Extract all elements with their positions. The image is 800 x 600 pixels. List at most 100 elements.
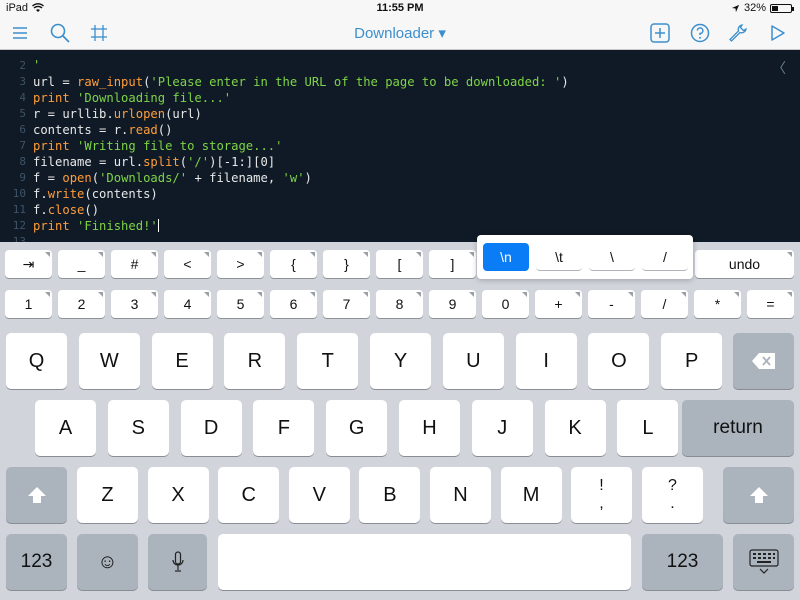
code-token: print (33, 139, 70, 153)
number-symbol-key[interactable]: + (535, 290, 582, 318)
key-d[interactable]: D (180, 400, 242, 456)
punctuation-key-question[interactable]: ?. (642, 467, 703, 523)
number-symbol-key[interactable]: 6 (270, 290, 317, 318)
undo-button[interactable]: undo (695, 250, 794, 278)
code-text: print 'Finished!' (33, 218, 159, 234)
tab-key[interactable]: ⇥ (5, 250, 52, 278)
key-v[interactable]: V (288, 467, 350, 523)
code-editor[interactable]: ' 〈 2 3 url = raw_input('Please enter in t… (0, 50, 800, 242)
escape-option-key[interactable]: / (642, 243, 688, 271)
key-j[interactable]: J (471, 400, 533, 456)
shift-icon (27, 487, 46, 503)
text-caret (157, 219, 159, 232)
line-number: 10 (12, 187, 26, 200)
key-w[interactable]: W (78, 333, 140, 389)
toolbar: Downloader ▾ (0, 17, 800, 50)
key-g[interactable]: G (326, 400, 388, 456)
key-q[interactable]: Q (6, 333, 67, 389)
key-k[interactable]: K (544, 400, 606, 456)
code-text: f.close() (33, 202, 99, 218)
key-c[interactable]: C (218, 467, 280, 523)
code-token: '/' (187, 155, 210, 169)
number-symbol-key[interactable]: 3 (111, 290, 158, 318)
code-text: r = urllib.urlopen(url) (33, 106, 202, 122)
symbol-key[interactable]: > (217, 250, 264, 278)
number-symbol-key[interactable]: - (588, 290, 635, 318)
symbol-key[interactable]: [ (376, 250, 423, 278)
microphone-icon (171, 551, 184, 572)
shift-key-left[interactable] (6, 467, 67, 523)
space-key[interactable] (218, 534, 631, 590)
key-b[interactable]: B (359, 467, 421, 523)
code-token: open (62, 171, 92, 185)
key-r[interactable]: R (224, 333, 286, 389)
number-symbol-key[interactable]: 7 (323, 290, 370, 318)
punctuation-key-exclaim[interactable]: !, (571, 467, 632, 523)
key-u[interactable]: U (442, 333, 504, 389)
code-token: filename = url. (33, 155, 144, 169)
return-key[interactable]: return (682, 400, 794, 456)
play-icon[interactable] (766, 21, 790, 45)
line-number: 5 (19, 107, 26, 120)
dictation-key[interactable] (148, 534, 207, 590)
symbol-key[interactable]: } (323, 250, 370, 278)
document-title[interactable]: Downloader ▾ (0, 24, 800, 42)
code-token: f. (33, 203, 48, 217)
code-token: () (84, 203, 100, 217)
key-n[interactable]: N (430, 467, 491, 523)
collapse-chevron-icon[interactable]: 〈 (772, 58, 786, 78)
emoji-key[interactable]: ☺ (77, 534, 138, 590)
key-m[interactable]: M (500, 467, 562, 523)
escape-option-key[interactable]: \t (536, 243, 582, 271)
code-token: ) (304, 171, 312, 185)
status-time: 11:55 PM (376, 2, 424, 14)
key-o[interactable]: O (588, 333, 650, 389)
shift-key-right[interactable] (723, 467, 794, 523)
number-symbol-key[interactable]: = (747, 290, 794, 318)
key-p[interactable]: P (661, 333, 723, 389)
key-l[interactable]: L (617, 400, 679, 456)
newline-escape-key[interactable]: \n (483, 243, 529, 271)
key-z[interactable]: Z (77, 467, 138, 523)
number-symbol-key[interactable]: 8 (376, 290, 423, 318)
key-x[interactable]: X (147, 467, 209, 523)
line-number: 11 (12, 203, 26, 216)
key-e[interactable]: E (151, 333, 213, 389)
symbol-key[interactable]: ] (429, 250, 476, 278)
wrench-icon[interactable] (726, 21, 750, 45)
key-t[interactable]: T (297, 333, 359, 389)
escape-option-key[interactable]: \ (589, 243, 635, 271)
plus-square-icon[interactable] (648, 21, 672, 45)
help-icon[interactable] (688, 21, 712, 45)
number-symbol-key[interactable]: 0 (482, 290, 529, 318)
number-symbol-key[interactable]: 4 (164, 290, 211, 318)
line-number: 13 (12, 235, 26, 242)
key-f[interactable]: F (253, 400, 315, 456)
backspace-key[interactable] (733, 333, 794, 389)
number-symbol-key[interactable]: 5 (217, 290, 264, 318)
symbol-key[interactable]: { (270, 250, 317, 278)
key-bottom-char: . (670, 495, 675, 512)
numbers-key-left[interactable]: 123 (6, 534, 67, 590)
number-symbol-key[interactable]: 1 (5, 290, 52, 318)
symbol-key[interactable]: < (164, 250, 211, 278)
key-y[interactable]: Y (370, 333, 431, 389)
number-symbol-key[interactable]: 2 (58, 290, 105, 318)
hide-keyboard-key[interactable] (733, 534, 794, 590)
key-a[interactable]: A (35, 400, 96, 456)
symbol-key[interactable]: _ (58, 250, 105, 278)
keyboard-dismiss-icon (748, 549, 779, 574)
code-token: url = (33, 75, 78, 89)
key-i[interactable]: I (515, 333, 577, 389)
key-s[interactable]: S (107, 400, 169, 456)
code-text: url = raw_input('Please enter in the URL… (33, 74, 569, 90)
number-symbol-key[interactable]: 9 (429, 290, 476, 318)
number-symbol-key[interactable]: / (641, 290, 688, 318)
number-symbol-key[interactable]: * (694, 290, 741, 318)
numbers-key-right[interactable]: 123 (642, 534, 723, 590)
key-h[interactable]: H (399, 400, 460, 456)
code-token: 'Please enter in the URL of the page to … (150, 75, 562, 89)
symbol-key[interactable]: # (111, 250, 158, 278)
